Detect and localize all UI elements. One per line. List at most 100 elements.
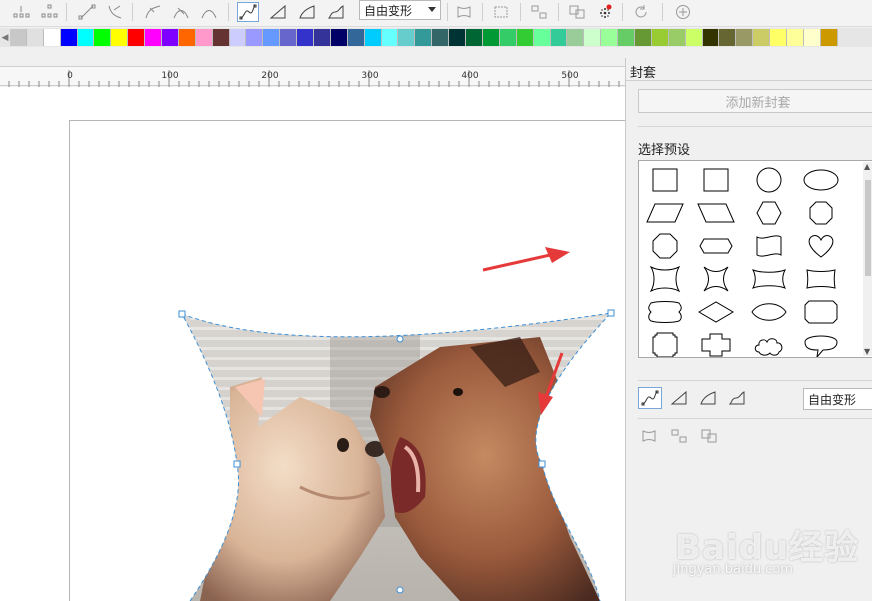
preset-hexagon[interactable] [749, 198, 789, 228]
palette-swatch[interactable] [229, 29, 247, 46]
palette-swatch[interactable] [111, 29, 129, 46]
scroll-up-icon[interactable]: ▲ [864, 162, 870, 171]
palette-swatch[interactable] [26, 29, 44, 46]
palette-swatch[interactable] [381, 29, 399, 46]
palette-swatch[interactable] [195, 29, 213, 46]
palette-swatch[interactable] [178, 29, 196, 46]
palette-swatch[interactable] [60, 29, 78, 46]
preset-scrollbar[interactable]: ▲ ▼ [863, 162, 872, 356]
palette-swatch[interactable] [263, 29, 281, 46]
scroll-down-icon[interactable]: ▼ [864, 347, 870, 356]
double-arc-mode-icon[interactable] [725, 387, 749, 409]
preset-speech-bubble[interactable] [801, 330, 841, 357]
palette-swatch[interactable] [347, 29, 365, 46]
palette-swatch[interactable] [516, 29, 534, 46]
preset-square[interactable] [696, 165, 736, 195]
straight-line-mode-icon[interactable] [267, 2, 289, 22]
preset-ellipse[interactable] [801, 165, 841, 195]
node-group-icon[interactable] [10, 2, 32, 22]
palette-swatch[interactable] [533, 29, 551, 46]
palette-swatch[interactable] [128, 29, 146, 46]
palette-swatch[interactable] [770, 29, 787, 46]
preset-banner[interactable] [749, 264, 789, 294]
preset-wave-rect[interactable] [801, 264, 841, 294]
enveloped-photo[interactable] [0, 87, 625, 601]
palette-swatch[interactable] [499, 29, 517, 46]
preset-rectangle[interactable] [645, 165, 685, 195]
palette-swatch[interactable] [786, 29, 804, 46]
create-envelope-icon[interactable] [528, 2, 550, 22]
arc-node-2-icon[interactable] [170, 2, 192, 22]
palette-swatch[interactable] [584, 29, 602, 46]
horizontal-ruler[interactable]: 0 100 200 300 400 500 [0, 66, 625, 87]
palette-swatch[interactable] [618, 29, 635, 46]
palette-swatch[interactable] [297, 29, 315, 46]
palette-swatch[interactable] [415, 29, 433, 46]
convert-icon[interactable] [698, 426, 720, 446]
preset-trapezoid[interactable] [696, 198, 736, 228]
preset-heart[interactable] [801, 231, 841, 261]
envelope-reset-icon[interactable] [638, 426, 660, 446]
palette-swatch[interactable] [77, 29, 95, 46]
palette-swatch[interactable] [685, 29, 703, 46]
palette-swatch[interactable] [466, 29, 483, 46]
preset-lens[interactable] [749, 297, 789, 327]
convert-icon[interactable] [566, 2, 588, 22]
palette-swatch[interactable] [634, 29, 652, 46]
palette-swatch[interactable] [482, 29, 500, 46]
palette-swatch[interactable] [162, 29, 179, 46]
drawing-canvas[interactable] [0, 87, 625, 601]
palette-swatch[interactable] [10, 29, 27, 46]
clear-envelope-icon[interactable] [594, 2, 616, 22]
palette-swatch[interactable] [702, 29, 720, 46]
palette-swatch[interactable] [601, 29, 619, 46]
double-arc-mode-icon[interactable] [325, 2, 347, 22]
scroll-thumb[interactable] [865, 180, 871, 276]
palette-swatch[interactable] [719, 29, 737, 46]
palette-swatch[interactable] [330, 29, 348, 46]
straight-line-mode-icon[interactable] [667, 387, 691, 409]
preset-parallelogram[interactable] [645, 198, 685, 228]
add-icon[interactable] [672, 2, 694, 22]
preset-list[interactable] [638, 160, 872, 358]
docker-mapping-mode-select[interactable]: 自由变形 [803, 388, 872, 410]
palette-swatch[interactable] [651, 29, 669, 46]
single-arc-mode-icon[interactable] [296, 2, 318, 22]
create-envelope-icon[interactable] [668, 426, 690, 446]
palette-swatch[interactable] [736, 29, 754, 46]
envelope-copy-icon[interactable] [490, 2, 512, 22]
preset-star-4[interactable] [696, 264, 736, 294]
arc-node-icon[interactable] [142, 2, 164, 22]
line-node-icon[interactable] [76, 2, 98, 22]
palette-swatch[interactable] [246, 29, 264, 46]
freeform-mode-icon[interactable] [237, 2, 259, 22]
palette-swatch[interactable] [803, 29, 821, 46]
arc-node-3-icon[interactable] [198, 2, 220, 22]
palette-swatch[interactable] [550, 29, 568, 46]
palette-swatch[interactable] [43, 29, 61, 46]
preset-cross[interactable] [696, 330, 736, 357]
refresh-icon[interactable] [630, 2, 652, 22]
single-arc-mode-icon[interactable] [696, 387, 720, 409]
palette-swatch[interactable] [280, 29, 298, 46]
palette-swatch[interactable] [449, 29, 467, 46]
palette-swatch[interactable] [314, 29, 331, 46]
preset-cloud[interactable] [749, 330, 789, 357]
palette-swatch[interactable] [212, 29, 230, 46]
palette-swatch[interactable] [567, 29, 585, 46]
preset-flag[interactable] [749, 231, 789, 261]
curve-node-icon[interactable] [104, 2, 126, 22]
preset-rounded-rect[interactable] [645, 330, 685, 357]
palette-swatch[interactable] [432, 29, 450, 46]
preset-concave-square[interactable] [645, 264, 685, 294]
palette-swatch[interactable] [145, 29, 163, 46]
palette-swatch[interactable] [398, 29, 416, 46]
palette-swatch[interactable] [820, 29, 838, 46]
preset-scroll[interactable] [645, 297, 685, 327]
preset-circle[interactable] [749, 165, 789, 195]
palette-scroll-left-icon[interactable]: ◀ [0, 29, 10, 46]
mapping-mode-select[interactable]: 自由变形 [359, 0, 441, 20]
envelope-reset-icon[interactable] [453, 2, 475, 22]
palette-swatch[interactable] [668, 29, 686, 46]
palette-swatch[interactable] [94, 29, 112, 46]
